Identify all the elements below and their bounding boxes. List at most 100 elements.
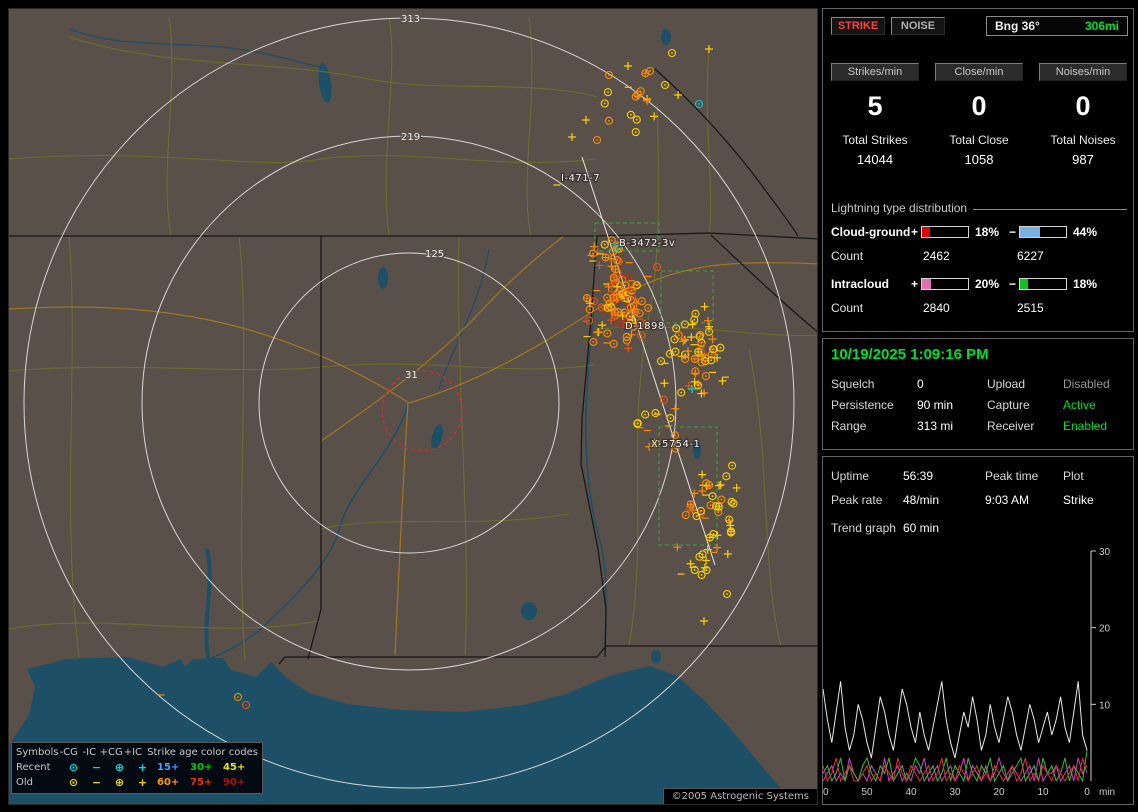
cloud-ground-count-row: Count 2462 6227 xyxy=(823,249,1135,265)
strike-dot xyxy=(709,504,712,507)
cg-plus-bar xyxy=(921,226,969,238)
strikes-per-min-button[interactable]: Strikes/min xyxy=(831,63,919,81)
intracloud-count-row: Count 2840 2515 xyxy=(823,301,1135,317)
datetime-display: 10/19/2025 1:09:16 PM xyxy=(831,346,989,363)
x-unit-label: min xyxy=(1099,787,1115,798)
strike-dot xyxy=(237,696,239,698)
y-tick-label: 30 xyxy=(1099,547,1111,558)
close-per-min-button[interactable]: Close/min xyxy=(935,63,1023,81)
strike-dot xyxy=(603,102,606,105)
legend-recent-row: Recent ⊙ − ⊕ + 15+ 30+ 45+ xyxy=(16,760,258,775)
distribution-title: Lightning type distribution xyxy=(831,201,968,215)
strikes-per-min-value: 5 xyxy=(867,91,883,121)
strike-dot xyxy=(683,323,686,326)
minus-sign: − xyxy=(1009,225,1017,239)
strike-dot xyxy=(694,312,697,315)
intracloud-label: Intracloud xyxy=(831,277,890,291)
x-tick-label: 20 xyxy=(993,787,1005,798)
app-window: 313 219 125 31 I-471-7 B-3472-3v D-1898 X-5754… xyxy=(0,0,1138,812)
legend-col-pos-cg: +CG xyxy=(99,747,123,758)
strike-dot xyxy=(669,417,672,419)
strike-dot xyxy=(628,306,631,308)
close-ring-label: 31 xyxy=(405,370,418,381)
plus-sign: + xyxy=(911,277,919,291)
strike-dot xyxy=(684,357,687,360)
strike-dot xyxy=(629,113,632,116)
map-canvas[interactable]: 313 219 125 31 I-471-7 B-3472-3v D-1898 X-5754… xyxy=(9,9,818,805)
storm-cell-label: B-3472-3v xyxy=(619,238,675,249)
bearing-label: Bng 36° xyxy=(995,19,1040,33)
strike-dot xyxy=(705,482,708,485)
strike-mode-button[interactable]: STRIKE xyxy=(831,17,885,35)
ic-plus-bar xyxy=(921,278,969,290)
y-tick-label: 20 xyxy=(1099,624,1111,635)
y-tick-label: 10 xyxy=(1099,700,1111,711)
strike-dot xyxy=(719,346,722,349)
strike-dot xyxy=(649,70,651,72)
legend-col-neg-ic: -IC xyxy=(82,747,97,758)
trend-graph: 10 20 30 60 50 40 30 20 10 0 min xyxy=(823,547,1115,798)
pos-cg-recent-icon: ⊕ xyxy=(114,761,125,774)
strike-dot xyxy=(700,574,703,576)
x-tick-label: 10 xyxy=(1037,787,1049,798)
range-ring-label: 125 xyxy=(425,249,444,260)
strike-dot xyxy=(624,284,627,287)
strike-dot xyxy=(612,278,615,281)
legend-header-row: Symbols -CG -IC +CG +IC Strike age color… xyxy=(16,745,258,760)
range-label: Range xyxy=(831,419,867,433)
strike-dot xyxy=(710,359,713,362)
pos-ic-old-icon: + xyxy=(137,776,148,789)
strike-dot xyxy=(593,300,595,303)
cloud-ground-label: Cloud-ground xyxy=(831,225,911,239)
ic-plus-pct: 20% xyxy=(975,277,1000,291)
map-panel: 313 219 125 31 I-471-7 B-3472-3v D-1898 X-5754… xyxy=(8,8,818,805)
strike-dot xyxy=(710,353,713,356)
noises-per-min-button[interactable]: Noises/min xyxy=(1039,63,1127,81)
strike-dot xyxy=(668,352,671,355)
legend-col-neg-cg: -CG xyxy=(59,747,78,758)
cg-plus-count: 2462 xyxy=(923,249,950,263)
strike-dot xyxy=(698,103,700,105)
strike-dot xyxy=(728,518,731,521)
strike-dot xyxy=(627,314,629,316)
total-noises-value: 987 xyxy=(1072,152,1094,167)
copyright-label: ©2005 Astrogenic Systems xyxy=(662,788,817,804)
neg-ic-old-icon: − xyxy=(91,776,102,789)
strike-dot xyxy=(634,131,637,133)
strike-dot xyxy=(639,90,642,93)
squelch-label: Squelch xyxy=(831,377,875,391)
strike-dot xyxy=(673,338,676,341)
session-section: Uptime 56:39 Peak time Plot Peak rate 48… xyxy=(822,456,1134,805)
strike-dot xyxy=(647,307,650,309)
storm-cell-label: I-471-7 xyxy=(561,173,600,184)
strike-dot xyxy=(616,259,619,262)
strike-dot xyxy=(612,342,615,345)
strike-dot xyxy=(726,593,728,595)
status-section: 10/19/2025 1:09:16 PM Squelch 0 Upload D… xyxy=(822,338,1134,450)
trend-series xyxy=(823,681,1088,783)
receiver-label: Receiver xyxy=(987,419,1035,433)
strike-dot xyxy=(725,475,728,478)
noise-mode-button[interactable]: NOISE xyxy=(891,17,945,35)
x-tick-label: 30 xyxy=(949,787,961,798)
strike-dot xyxy=(730,501,733,503)
squelch-value: 0 xyxy=(917,377,924,391)
minus-sign: − xyxy=(1009,277,1017,291)
strike-dot xyxy=(705,375,707,378)
strike-dot xyxy=(616,246,618,248)
strike-dot xyxy=(245,704,247,706)
strike-dot xyxy=(625,335,628,338)
cg-plus-pct: 18% xyxy=(975,225,1000,239)
strike-dot xyxy=(635,118,638,121)
sidebar: STRIKE NOISE Bng 36° 306mi Strikes/min C… xyxy=(822,8,1134,805)
session-row: Uptime 56:39 Peak time Plot xyxy=(823,469,1135,487)
strike-dot xyxy=(705,569,708,572)
ic-minus-bar xyxy=(1019,278,1067,290)
status-row: Range 313 mi Receiver Enabled xyxy=(823,419,1135,437)
neg-cg-recent-icon: ⊙ xyxy=(68,761,79,774)
strike-dot xyxy=(607,91,609,94)
upload-state: Disabled xyxy=(1063,377,1110,391)
strike-dot xyxy=(644,413,647,416)
strike-dot xyxy=(698,555,701,558)
strike-dot xyxy=(698,335,701,338)
